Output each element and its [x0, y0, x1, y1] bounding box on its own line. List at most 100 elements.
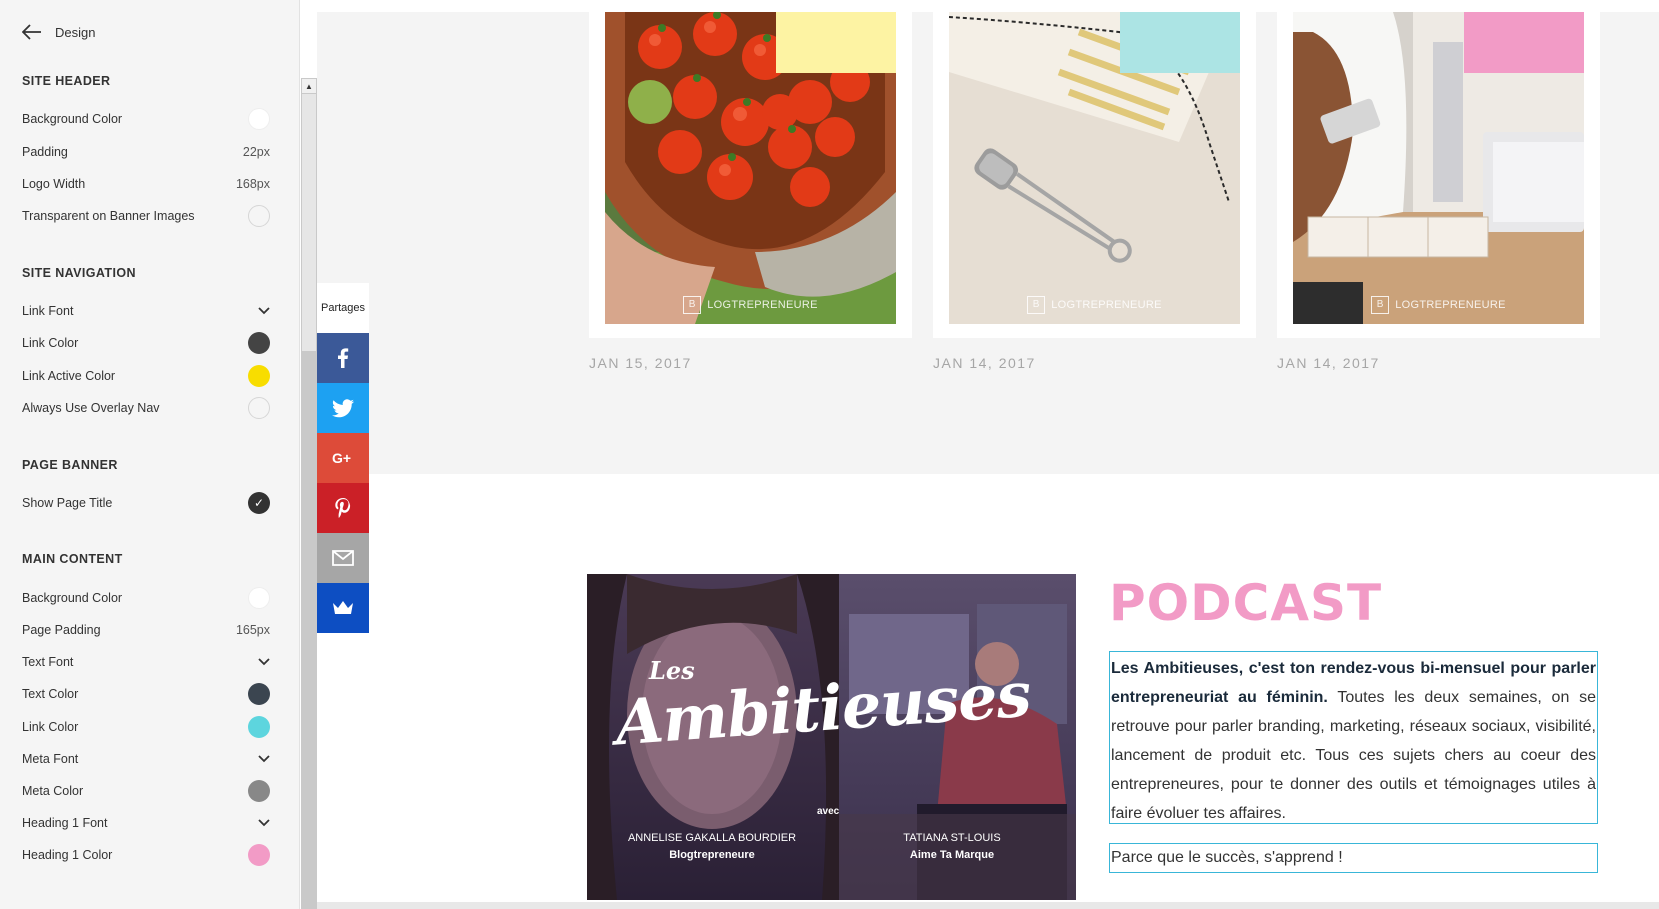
sidebar-section-title: MAIN CONTENT [22, 552, 123, 566]
category-tab-pink [1464, 12, 1584, 73]
svg-text:G+: G+ [332, 450, 351, 466]
sidebar-section-title: PAGE BANNER [22, 458, 118, 472]
setting-value[interactable]: 22px [243, 145, 270, 159]
setting-label: Always Use Overlay Nav [22, 401, 160, 415]
setting-label: Link Color [22, 336, 79, 350]
setting-padding[interactable]: Padding 22px [22, 140, 270, 164]
setting-label: Text Color [22, 687, 79, 701]
setting-page-padding[interactable]: Page Padding 165px [22, 618, 270, 642]
color-swatch[interactable] [248, 716, 270, 738]
setting-logo-width[interactable]: Logo Width 168px [22, 172, 270, 196]
podcast-quote-block[interactable]: Parce que le succès, s'apprend ! [1109, 843, 1598, 873]
category-tab-yellow [776, 12, 896, 73]
post-date: JAN 15, 2017 [589, 355, 692, 371]
setting-meta-font[interactable]: Meta Font [22, 747, 270, 771]
setting-label: Background Color [22, 112, 123, 126]
blog-card[interactable]: B LOGTREPRENEURE [1277, 12, 1600, 338]
twitter-icon [332, 399, 354, 418]
share-facebook-button[interactable] [317, 333, 369, 383]
setting-label: Logo Width [22, 177, 86, 191]
share-google-plus-button[interactable]: G+ [317, 433, 369, 483]
setting-label: Text Font [22, 655, 74, 669]
color-swatch[interactable] [248, 683, 270, 705]
back-label: Design [55, 24, 96, 40]
setting-value[interactable]: 165px [236, 623, 270, 637]
host2-brand: Aime Ta Marque [909, 849, 995, 861]
setting-meta-color[interactable]: Meta Color [22, 779, 270, 803]
post-date: JAN 14, 2017 [933, 355, 1036, 371]
setting-label: Meta Font [22, 752, 79, 766]
sidebar-section-title: SITE NAVIGATION [22, 266, 136, 280]
setting-transparent-on-banner-images[interactable]: Transparent on Banner Images [22, 204, 270, 228]
watermark: B LOGTREPRENEURE [1293, 296, 1584, 314]
sidebar-content: Design SITE HEADER Background Color Paddin… [0, 0, 300, 909]
setting-link-color[interactable]: Link Color [22, 715, 270, 739]
setting-label: Heading 1 Font [22, 816, 108, 830]
category-tab-teal [1120, 12, 1240, 73]
toggle-off-circle[interactable] [248, 397, 270, 419]
logo-icon: B [1371, 296, 1390, 314]
host1-brand: Blogtrepreneure [669, 849, 755, 861]
crown-icon [333, 601, 353, 614]
setting-link-font[interactable]: Link Font [22, 299, 270, 323]
share-pinterest-button[interactable] [317, 483, 369, 533]
share-email-button[interactable] [317, 533, 369, 583]
watermark: B LOGTREPRENEURE [605, 296, 896, 314]
setting-label: Padding [22, 145, 68, 159]
share-crown-button[interactable] [317, 583, 369, 633]
color-swatch[interactable] [248, 844, 270, 866]
chevron-down-icon[interactable] [258, 819, 270, 827]
podcast-description-body: Toutes les deux semaines, on se retrouve… [1111, 689, 1596, 822]
chevron-down-icon[interactable] [258, 755, 270, 763]
podcast-cover-image[interactable]: Les Ambitieuses avec ANNELISE GAKALLA BO… [587, 574, 1076, 900]
color-swatch[interactable] [248, 780, 270, 802]
podcast-description-block[interactable]: Les Ambitieuses, c'est ton rendez-vous b… [1109, 651, 1598, 824]
share-twitter-button[interactable] [317, 383, 369, 433]
design-sidebar: Design SITE HEADER Background Color Paddin… [0, 0, 300, 909]
google-plus-icon: G+ [332, 450, 351, 466]
blog-card[interactable]: B LOGTREPRENEURE [589, 12, 912, 338]
setting-background-color[interactable]: Background Color [22, 586, 270, 610]
post-date: JAN 14, 2017 [1277, 355, 1380, 371]
email-icon [332, 550, 354, 566]
share-bar: Partages G+ [317, 283, 369, 633]
sidebar-section-title: SITE HEADER [22, 74, 111, 88]
bottom-edge [317, 902, 1659, 909]
logo-icon: B [1027, 296, 1046, 314]
setting-label: Link Font [22, 304, 74, 318]
setting-label: Background Color [22, 591, 123, 605]
checkmark-icon[interactable]: ✓ [248, 492, 270, 514]
blog-card-photo: B LOGTREPRENEURE [1293, 12, 1584, 324]
blog-card-photo: B LOGTREPRENEURE [949, 12, 1240, 324]
color-swatch[interactable] [248, 587, 270, 609]
color-swatch[interactable] [248, 332, 270, 354]
setting-label: Show Page Title [22, 496, 113, 510]
chevron-down-icon[interactable] [258, 307, 270, 315]
back-to-design-button[interactable]: Design [22, 24, 95, 40]
sidebar-scrollbar-thumb[interactable] [302, 94, 316, 351]
toggle-off-circle[interactable] [248, 205, 270, 227]
setting-heading-1-color[interactable]: Heading 1 Color [22, 843, 270, 867]
setting-text-color[interactable]: Text Color [22, 682, 270, 706]
setting-heading-1-font[interactable]: Heading 1 Font [22, 811, 270, 835]
blog-band: B LOGTREPRENEURE B LOGTREPRENEURE B LOGT… [317, 12, 1659, 474]
setting-link-active-color[interactable]: Link Active Color [22, 364, 270, 388]
watermark: B LOGTREPRENEURE [949, 296, 1240, 314]
host2-name: TATIANA ST-LOUIS [903, 832, 1001, 844]
setting-background-color[interactable]: Background Color [22, 107, 270, 131]
setting-always-use-overlay-nav[interactable]: Always Use Overlay Nav [22, 396, 270, 420]
setting-label: Meta Color [22, 784, 84, 798]
color-swatch[interactable] [248, 108, 270, 130]
setting-label: Link Color [22, 720, 79, 734]
chevron-down-icon[interactable] [258, 658, 270, 666]
scroll-up-arrow-icon[interactable]: ▲ [301, 78, 317, 94]
setting-value[interactable]: 168px [236, 177, 270, 191]
setting-show-page-title[interactable]: Show Page Title ✓ [22, 491, 270, 515]
share-label: Partages [317, 283, 369, 333]
setting-link-color[interactable]: Link Color [22, 331, 270, 355]
color-swatch[interactable] [248, 365, 270, 387]
setting-label: Link Active Color [22, 369, 116, 383]
blog-card[interactable]: B LOGTREPRENEURE [933, 12, 1256, 338]
arrow-left-icon [22, 24, 41, 40]
setting-text-font[interactable]: Text Font [22, 650, 270, 674]
